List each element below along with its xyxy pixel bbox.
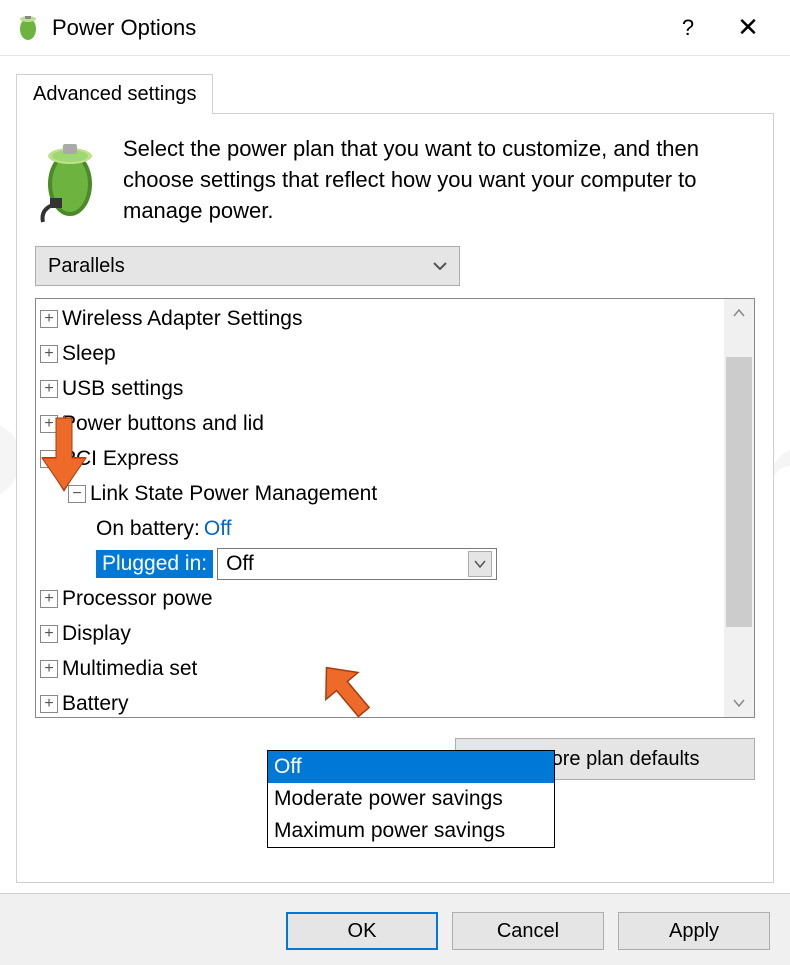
tree-label: Battery [62, 692, 129, 716]
tree-label: Power buttons and lid [62, 412, 264, 436]
tree-label: Processor powe [62, 587, 213, 611]
dropdown-option[interactable]: Off [268, 751, 554, 783]
dropdown-option[interactable]: Moderate power savings [268, 783, 554, 815]
tree-item[interactable]: −Link State Power Management [40, 476, 724, 511]
window-title: Power Options [52, 15, 658, 41]
titlebar: Power Options ? ✕ [0, 0, 790, 56]
tree-label: Display [62, 622, 131, 646]
expand-icon[interactable]: + [40, 345, 58, 363]
tree-item[interactable]: +Processor powe [40, 581, 724, 616]
chevron-down-icon [433, 262, 447, 270]
tree-item[interactable]: +USB settings [40, 371, 724, 406]
tree-item[interactable]: +Power buttons and lid [40, 406, 724, 441]
expand-icon[interactable]: + [40, 695, 58, 713]
settings-tree: +Wireless Adapter Settings+Sleep+USB set… [35, 298, 755, 718]
apply-button[interactable]: Apply [618, 912, 770, 950]
dropdown-option[interactable]: Maximum power savings [268, 815, 554, 847]
tab-panel: Select the power plan that you want to c… [16, 113, 774, 883]
tree-label: Link State Power Management [90, 482, 377, 506]
power-plan-select[interactable]: Parallels [35, 246, 460, 286]
expand-icon[interactable]: + [40, 625, 58, 643]
battery-icon-large [35, 134, 105, 224]
expand-icon[interactable]: + [40, 310, 58, 328]
tree-item[interactable]: +Sleep [40, 336, 724, 371]
scrollbar[interactable] [724, 299, 754, 717]
scroll-thumb[interactable] [726, 357, 752, 627]
tab-strip: Advanced settings [0, 56, 790, 114]
cancel-button[interactable]: Cancel [452, 912, 604, 950]
description-text: Select the power plan that you want to c… [123, 134, 755, 226]
tree-item[interactable]: On battery: Off [40, 511, 724, 546]
tree-item[interactable]: Plugged in: Off [40, 546, 724, 581]
battery-icon [12, 12, 44, 44]
dropdown-button[interactable] [468, 551, 492, 577]
tree-label: Wireless Adapter Settings [62, 307, 302, 331]
power-plan-value: Parallels [48, 255, 125, 278]
tutorial-arrow-icon [310, 656, 390, 732]
expand-icon[interactable]: + [40, 380, 58, 398]
ok-button[interactable]: OK [286, 912, 438, 950]
setting-label: On battery: [96, 517, 200, 541]
close-button[interactable]: ✕ [718, 8, 778, 48]
tab-advanced-settings[interactable]: Advanced settings [16, 74, 213, 114]
tree-item[interactable]: −PCI Express [40, 441, 724, 476]
tutorial-arrow-icon [36, 412, 92, 498]
dropdown-current-value: Off [226, 552, 254, 576]
scroll-down-arrow[interactable] [724, 689, 754, 717]
setting-value[interactable]: Off [204, 517, 232, 541]
setting-label: Plugged in: [96, 550, 213, 578]
scroll-track[interactable] [724, 327, 754, 689]
scroll-up-arrow[interactable] [724, 299, 754, 327]
help-button[interactable]: ? [658, 8, 718, 48]
tree-item[interactable]: +Wireless Adapter Settings [40, 301, 724, 336]
tree-label: Multimedia set [62, 657, 197, 681]
expand-icon[interactable]: + [40, 660, 58, 678]
setting-value-dropdown[interactable]: Off [217, 548, 497, 580]
tree-item[interactable]: +Display [40, 616, 724, 651]
tree-label: USB settings [62, 377, 183, 401]
expand-icon[interactable]: + [40, 590, 58, 608]
tree-label: Sleep [62, 342, 116, 366]
dropdown-list[interactable]: OffModerate power savingsMaximum power s… [267, 750, 555, 848]
dialog-buttons: OK Cancel Apply [0, 893, 790, 965]
